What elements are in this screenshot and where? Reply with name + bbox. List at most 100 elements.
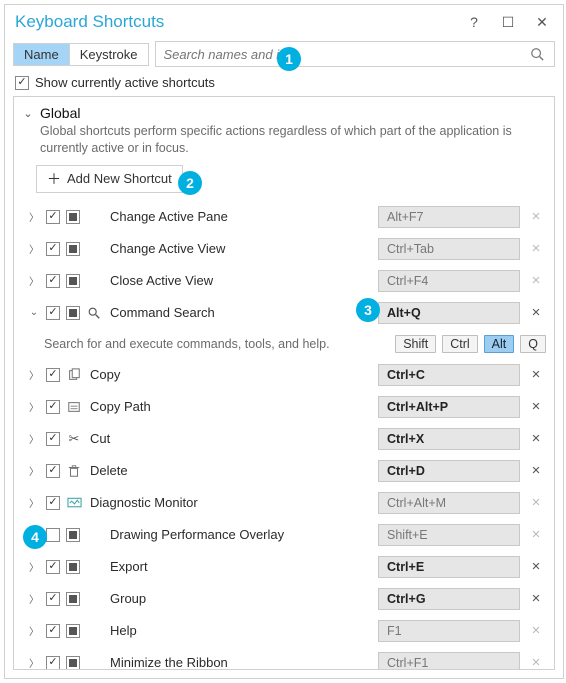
clear-shortcut-icon[interactable]: × xyxy=(526,208,546,225)
key-q[interactable]: Q xyxy=(520,335,546,353)
expand-icon[interactable]: 〉 xyxy=(28,241,40,256)
clear-shortcut-icon[interactable]: × xyxy=(526,558,546,575)
row-label: Close Active View xyxy=(108,273,372,288)
clear-shortcut-icon[interactable]: × xyxy=(526,526,546,543)
shortcut-row-delete: 〉 Delete Ctrl+D × xyxy=(14,455,554,487)
shortcut-input[interactable]: Shift+E xyxy=(378,524,520,546)
shortcut-input[interactable]: Ctrl+F1 xyxy=(378,652,520,670)
expand-icon[interactable]: 〉 xyxy=(28,527,40,542)
row-checkbox[interactable] xyxy=(46,592,60,606)
row-secondary-checkbox[interactable] xyxy=(66,210,80,224)
clear-shortcut-icon[interactable]: × xyxy=(526,304,546,321)
expand-icon[interactable]: 〉 xyxy=(28,623,40,638)
clear-shortcut-icon[interactable]: × xyxy=(526,494,546,511)
clear-shortcut-icon[interactable]: × xyxy=(526,272,546,289)
row-secondary-checkbox[interactable] xyxy=(66,624,80,638)
row-secondary-checkbox[interactable] xyxy=(66,656,80,670)
show-active-row[interactable]: Show currently active shortcuts xyxy=(5,73,563,96)
search-icon[interactable] xyxy=(530,47,554,61)
clear-shortcut-icon[interactable]: × xyxy=(526,240,546,257)
row-label: Command Search xyxy=(108,305,372,320)
row-secondary-checkbox[interactable] xyxy=(66,528,80,542)
row-checkbox[interactable] xyxy=(46,274,60,288)
collapse-icon[interactable]: ⌄ xyxy=(28,307,40,318)
shortcut-input[interactable]: Alt+F7 xyxy=(378,206,520,228)
row-checkbox[interactable] xyxy=(46,400,60,414)
add-new-shortcut-button[interactable]: ＋ Add New Shortcut xyxy=(36,165,183,193)
view-icon xyxy=(86,241,102,257)
row-secondary-checkbox[interactable] xyxy=(66,242,80,256)
close-button[interactable]: ✕ xyxy=(525,11,559,33)
shortcut-input[interactable]: Ctrl+F4 xyxy=(378,270,520,292)
row-label: Copy Path xyxy=(88,399,372,414)
search-icon xyxy=(86,305,102,321)
expand-icon[interactable]: 〉 xyxy=(28,559,40,574)
shortcut-detail: Search for and execute commands, tools, … xyxy=(14,329,554,359)
shortcut-input[interactable]: Ctrl+Tab xyxy=(378,238,520,260)
key-ctrl[interactable]: Ctrl xyxy=(442,335,477,353)
shortcuts-panel[interactable]: ⌄ Global Global shortcuts perform specif… xyxy=(13,96,555,670)
row-checkbox[interactable] xyxy=(46,464,60,478)
shortcut-input[interactable]: Alt+Q xyxy=(378,302,520,324)
row-checkbox[interactable] xyxy=(46,210,60,224)
clear-shortcut-icon[interactable]: × xyxy=(526,590,546,607)
expand-icon[interactable]: 〉 xyxy=(28,367,40,382)
show-active-checkbox[interactable] xyxy=(15,76,29,90)
shortcut-input[interactable]: Ctrl+D xyxy=(378,460,520,482)
shortcut-input[interactable]: Ctrl+Alt+M xyxy=(378,492,520,514)
shortcut-input[interactable]: Ctrl+E xyxy=(378,556,520,578)
row-checkbox[interactable] xyxy=(46,368,60,382)
clear-shortcut-icon[interactable]: × xyxy=(526,462,546,479)
clear-shortcut-icon[interactable]: × xyxy=(526,366,546,383)
expand-icon[interactable]: 〉 xyxy=(28,273,40,288)
clear-shortcut-icon[interactable]: × xyxy=(526,654,546,670)
show-active-label: Show currently active shortcuts xyxy=(35,75,215,90)
row-checkbox[interactable] xyxy=(46,656,60,670)
shortcut-input[interactable]: F1 xyxy=(378,620,520,642)
row-secondary-checkbox[interactable] xyxy=(66,306,80,320)
group-description: Global shortcuts perform specific action… xyxy=(14,121,554,165)
search-field[interactable] xyxy=(155,41,556,67)
expand-icon[interactable]: 〉 xyxy=(28,495,40,510)
clear-shortcut-icon[interactable]: × xyxy=(526,430,546,447)
row-secondary-checkbox[interactable] xyxy=(66,592,80,606)
row-secondary-checkbox[interactable] xyxy=(66,274,80,288)
plus-icon: ＋ xyxy=(47,169,61,189)
maximize-button[interactable]: ☐ xyxy=(491,11,525,33)
row-label: Delete xyxy=(88,463,372,478)
tab-name[interactable]: Name xyxy=(14,44,69,65)
row-checkbox[interactable] xyxy=(46,496,60,510)
row-checkbox[interactable] xyxy=(46,306,60,320)
shortcut-row-change-active-pane: 〉 Change Active Pane Alt+F7 × xyxy=(14,201,554,233)
row-label: Help xyxy=(108,623,372,638)
expand-icon[interactable]: 〉 xyxy=(28,655,40,670)
copy-path-icon xyxy=(66,399,82,415)
expand-icon[interactable]: 〉 xyxy=(28,399,40,414)
row-secondary-checkbox[interactable] xyxy=(66,560,80,574)
trash-icon xyxy=(66,463,82,479)
expand-icon[interactable]: 〉 xyxy=(28,463,40,478)
titlebar: Keyboard Shortcuts ? ☐ ✕ xyxy=(5,5,563,37)
clear-shortcut-icon[interactable]: × xyxy=(526,398,546,415)
shortcut-input[interactable]: Ctrl+Alt+P xyxy=(378,396,520,418)
shortcut-input[interactable]: Ctrl+G xyxy=(378,588,520,610)
expand-icon[interactable]: 〉 xyxy=(28,209,40,224)
help-button[interactable]: ? xyxy=(457,11,491,33)
row-checkbox[interactable] xyxy=(46,528,60,542)
shortcut-input[interactable]: Ctrl+C xyxy=(378,364,520,386)
shortcut-input[interactable]: Ctrl+X xyxy=(378,428,520,450)
clear-shortcut-icon[interactable]: × xyxy=(526,622,546,639)
search-input[interactable] xyxy=(156,45,531,64)
row-checkbox[interactable] xyxy=(46,242,60,256)
key-alt[interactable]: Alt xyxy=(484,335,515,353)
key-shift[interactable]: Shift xyxy=(395,335,436,353)
row-checkbox[interactable] xyxy=(46,432,60,446)
collapse-icon[interactable]: ⌄ xyxy=(22,107,34,120)
row-label: Export xyxy=(108,559,372,574)
expand-icon[interactable]: 〉 xyxy=(28,591,40,606)
tab-keystroke[interactable]: Keystroke xyxy=(69,44,148,65)
row-checkbox[interactable] xyxy=(46,624,60,638)
group-header[interactable]: ⌄ Global xyxy=(14,97,554,121)
row-checkbox[interactable] xyxy=(46,560,60,574)
expand-icon[interactable]: 〉 xyxy=(28,431,40,446)
